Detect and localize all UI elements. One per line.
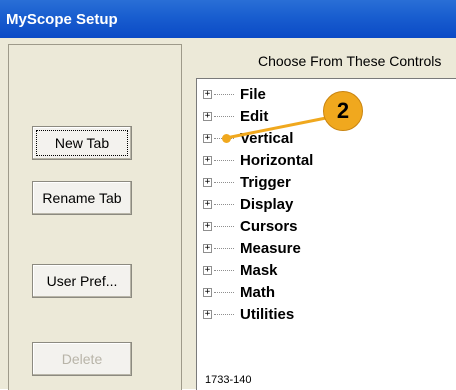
callout-badge: 2	[323, 91, 363, 131]
callout-dot	[222, 134, 231, 143]
callout-line	[225, 116, 327, 140]
figure-id: 1733-140	[205, 374, 252, 386]
callout-leader-line	[225, 116, 327, 140]
myscope-setup-window: MyScope Setup Choose From These Controls…	[0, 0, 456, 390]
